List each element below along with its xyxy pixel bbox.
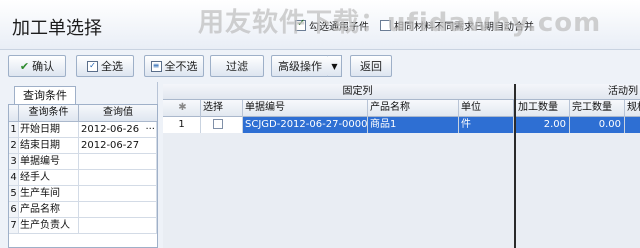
- table-row[interactable]: 2 结束日期 2012-06-27: [9, 138, 157, 154]
- condition-name: 单据编号: [19, 154, 79, 169]
- table-row[interactable]: 4 经手人: [9, 170, 157, 186]
- condition-value[interactable]: 2012-06-26 ···: [79, 122, 157, 137]
- column-header[interactable]: 加工数量: [516, 100, 570, 117]
- doc-number-cell[interactable]: SCJGD-2012-06-27-00001: [243, 117, 368, 133]
- chevron-down-icon: ▼: [331, 61, 338, 71]
- column-group-row: 固定列 活动列: [163, 84, 640, 100]
- column-header[interactable]: 单位: [459, 100, 514, 117]
- condition-name: 生产车间: [19, 186, 79, 201]
- list-box-icon: ≡: [150, 60, 162, 72]
- condition-name: 产品名称: [19, 202, 79, 217]
- results-grid: 固定列 活动列 ✱ 选择 单据编号 产品名称 单位 加工数量 完工数量 规格 1…: [163, 84, 640, 248]
- condition-value[interactable]: [79, 186, 157, 201]
- condition-name: 开始日期: [19, 122, 79, 137]
- frozen-column-divider: [514, 84, 516, 248]
- table-row[interactable]: 5 生产车间: [9, 186, 157, 202]
- checked-box-icon: ✓: [87, 60, 98, 72]
- unit-cell[interactable]: 件: [459, 117, 514, 133]
- process-qty-cell[interactable]: 2.00: [516, 117, 570, 133]
- deselect-all-button[interactable]: ≡ 全不选: [144, 55, 204, 77]
- confirm-button[interactable]: ✔ 确认: [8, 55, 66, 77]
- watermark: 用友软件下载：ufidawhy.com: [198, 8, 602, 38]
- title-bar: 加工单选择 勾选通用子件 相同材料不同需求日期自动合并 用友软件下载：ufida…: [0, 0, 640, 50]
- window-title: 加工单选择: [12, 18, 102, 39]
- ellipsis-icon[interactable]: ···: [145, 122, 155, 137]
- column-header: 查询条件: [19, 105, 79, 121]
- row-number: 4: [9, 170, 19, 185]
- row-number: 5: [9, 186, 19, 201]
- spec-cell[interactable]: [625, 117, 640, 133]
- filter-button[interactable]: 过滤: [210, 55, 264, 77]
- row-number: 3: [9, 154, 19, 169]
- tab-query-conditions[interactable]: 查询条件: [14, 86, 76, 104]
- value-text: 2012-06-26: [81, 124, 140, 135]
- select-all-label: 全选: [101, 60, 123, 73]
- condition-value[interactable]: [79, 154, 157, 169]
- select-all-button[interactable]: ✓ 全选: [76, 55, 134, 77]
- advanced-label: 高级操作: [278, 60, 322, 73]
- row-number: 7: [9, 218, 19, 233]
- condition-value[interactable]: [79, 218, 157, 233]
- column-header: 查询值: [103, 107, 133, 118]
- confirm-label: 确认: [32, 60, 55, 73]
- column-header[interactable]: 单据编号: [243, 100, 368, 117]
- advanced-dropdown-arrow[interactable]: ▼: [328, 55, 342, 77]
- table-row[interactable]: 1 SCJGD-2012-06-27-00001 商品1 件 2.00 0.00: [163, 117, 640, 133]
- query-grid-header: 查询条件 查询值: [9, 105, 157, 122]
- filter-label: 过滤: [226, 60, 248, 73]
- checkmark-icon: ✔: [19, 59, 30, 73]
- condition-name: 生产负责人: [19, 218, 79, 233]
- table-row[interactable]: 3 单据编号: [9, 154, 157, 170]
- deselect-all-label: 全不选: [164, 60, 198, 73]
- condition-value[interactable]: [79, 170, 157, 185]
- condition-value[interactable]: [79, 202, 157, 217]
- row-number: 6: [9, 202, 19, 217]
- row-indicator-icon: ✱: [163, 100, 201, 117]
- column-header[interactable]: 规格: [625, 100, 640, 117]
- back-label: 返回: [360, 60, 382, 73]
- column-header[interactable]: 产品名称: [368, 100, 459, 117]
- back-button[interactable]: 返回: [350, 55, 392, 77]
- row-number: 1: [163, 117, 201, 133]
- group-fixed-columns: 固定列: [342, 86, 373, 97]
- toolbar: ✔ 确认 ✓ 全选 ≡ 全不选 过滤 高级操作 ▼ 返回: [0, 50, 640, 82]
- row-number: 2: [9, 138, 19, 153]
- product-name-cell[interactable]: 商品1: [368, 117, 459, 133]
- query-grid: 查询条件 查询值 1 开始日期 2012-06-26 ··· 2 结束日期 201…: [8, 104, 158, 248]
- column-header[interactable]: 选择: [201, 100, 243, 117]
- grid-header-row: ✱ 选择 单据编号 产品名称 单位 加工数量 完工数量 规格: [163, 100, 640, 117]
- row-number-header: [9, 105, 19, 121]
- group-active-columns: 活动列: [608, 86, 638, 97]
- condition-name: 经手人: [19, 170, 79, 185]
- table-row[interactable]: 1 开始日期 2012-06-26 ···: [9, 122, 157, 138]
- select-cell[interactable]: [201, 117, 243, 133]
- condition-name: 结束日期: [19, 138, 79, 153]
- advanced-button[interactable]: 高级操作: [271, 55, 329, 77]
- checkbox-icon[interactable]: [213, 119, 223, 129]
- column-header[interactable]: 完工数量: [570, 100, 625, 117]
- table-row[interactable]: 7 生产负责人: [9, 218, 157, 234]
- completed-qty-cell[interactable]: 0.00: [570, 117, 625, 133]
- row-number: 1: [9, 122, 19, 137]
- query-panel: 查询条件 查询条件 查询值 1 开始日期 2012-06-26 ··· 2 结束日…: [0, 82, 158, 248]
- condition-value[interactable]: 2012-06-27: [79, 138, 157, 153]
- table-row[interactable]: 6 产品名称: [9, 202, 157, 218]
